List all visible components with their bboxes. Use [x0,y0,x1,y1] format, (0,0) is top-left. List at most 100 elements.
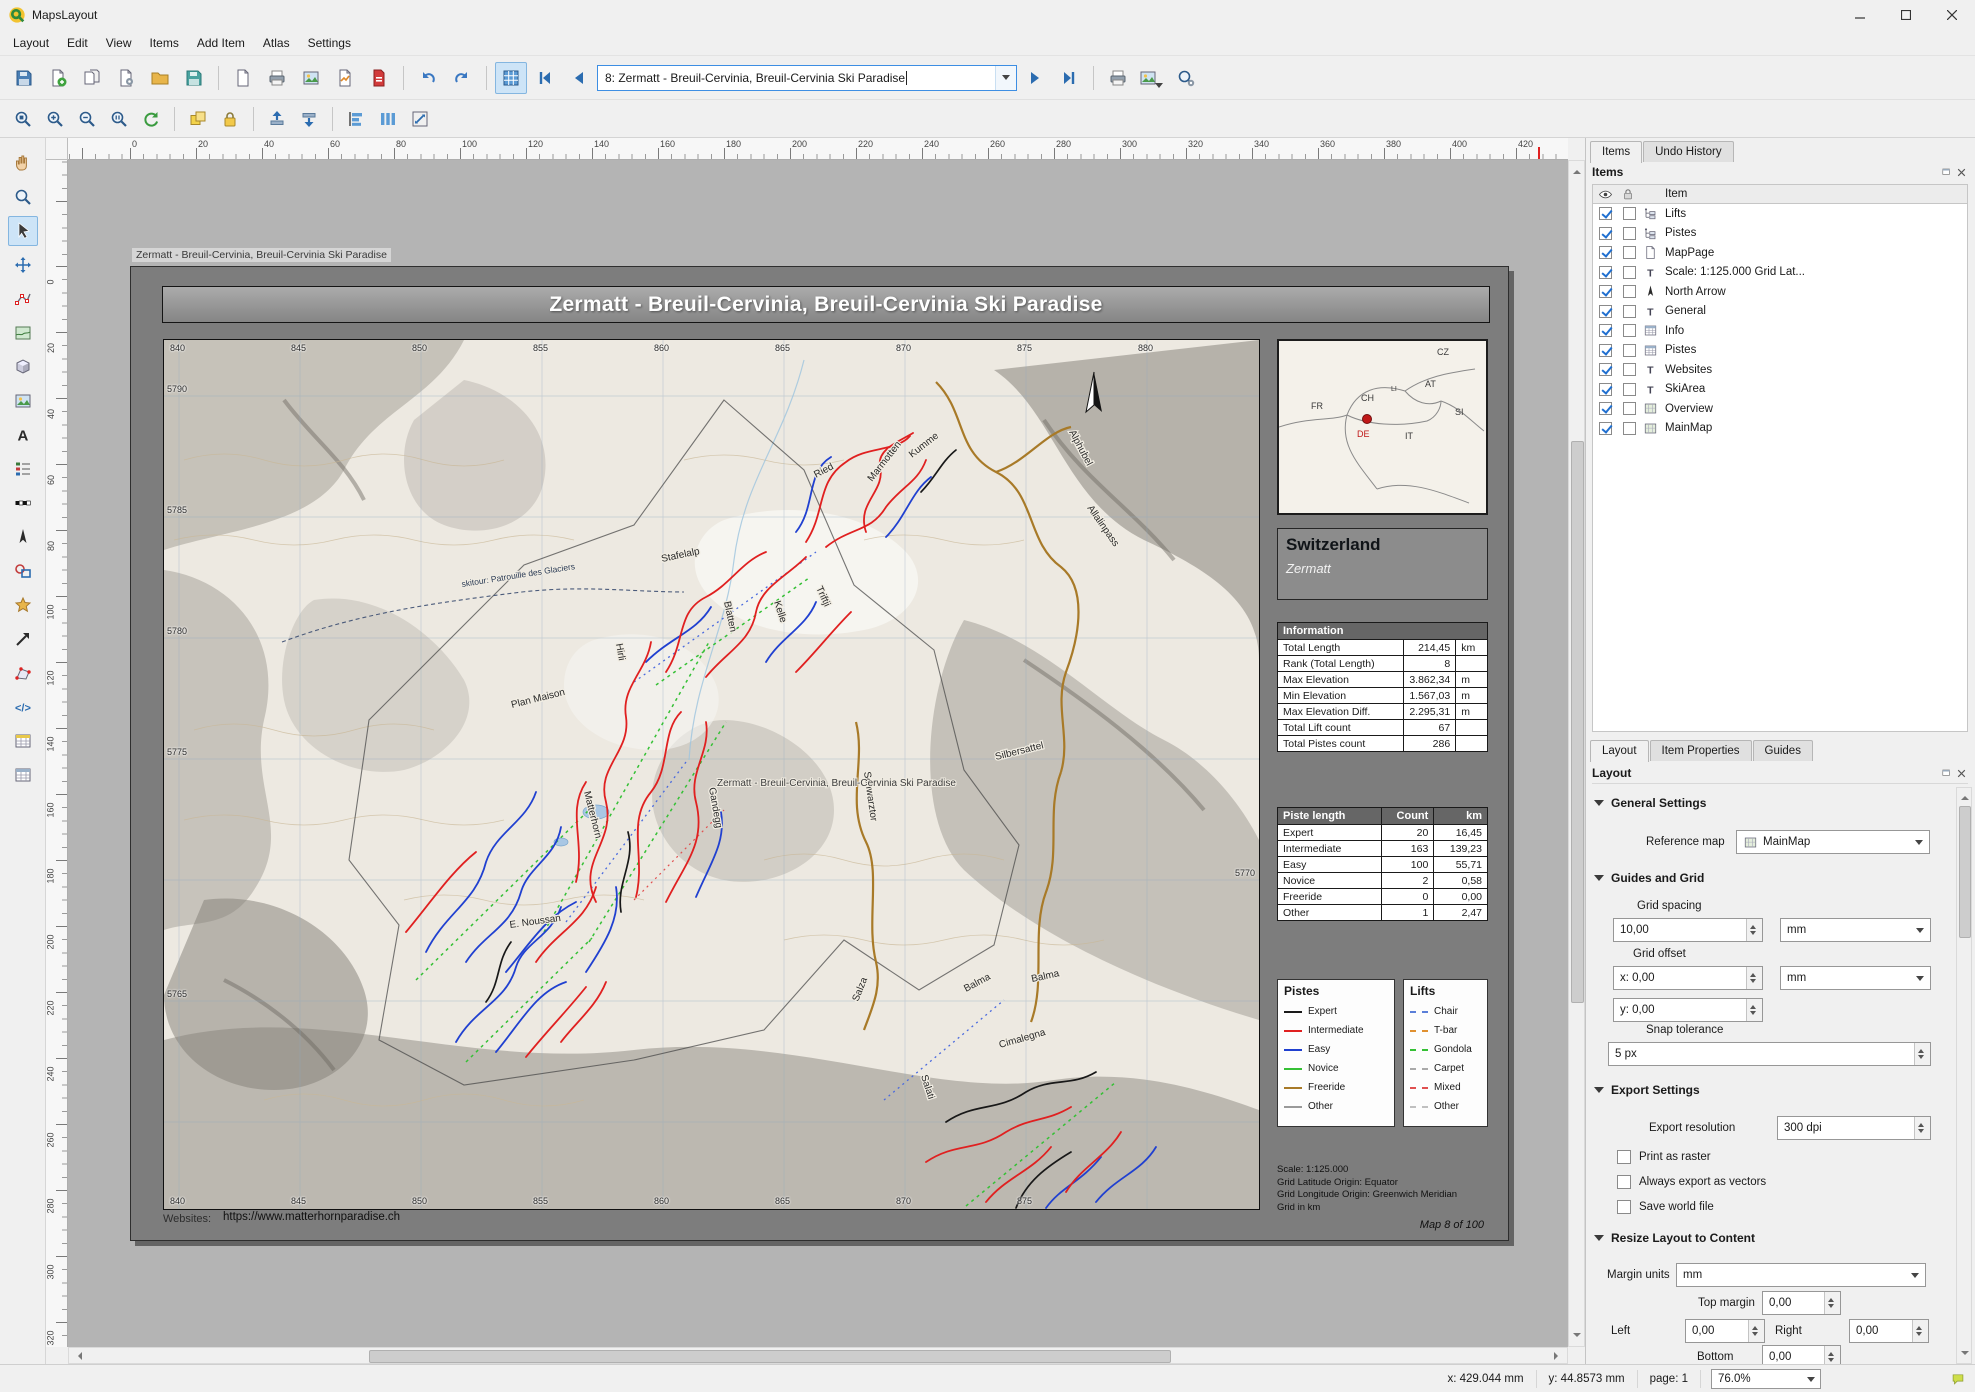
atlas-feature-combo[interactable]: 8: Zermatt - Breuil-Cervinia, Breuil-Cer… [597,65,1017,91]
visibility-checkbox[interactable] [1599,363,1612,376]
zoom-in-button[interactable] [40,104,70,134]
layout-page[interactable]: Zermatt - Breuil-Cervinia, Breuil-Cervin… [130,266,1509,1241]
scrollbar-thumb[interactable] [369,1350,1171,1363]
export-svg-button[interactable] [329,62,361,94]
spin-up-icon[interactable] [1913,1320,1928,1331]
zoom-level-combo[interactable]: 76.0% [1711,1369,1821,1389]
visibility-checkbox[interactable] [1599,344,1612,357]
resize-layout-section[interactable]: Resize Layout to Content [1594,1230,1755,1246]
add-marker-button[interactable] [8,590,38,620]
export-atlas-button[interactable] [1136,62,1168,94]
zoom-actual-button[interactable] [104,104,134,134]
layout-canvas[interactable]: Zermatt - Breuil-Cervinia, Breuil-Cervin… [68,160,1568,1347]
add-fixed-table-button[interactable] [8,760,38,790]
lock-checkbox[interactable] [1623,285,1636,298]
piste-table-item[interactable]: Piste length Count km Expert2016,45Inter… [1277,807,1488,921]
visibility-checkbox[interactable] [1599,422,1612,435]
export-resolution-spinbox[interactable]: 300 dpi [1777,1116,1931,1140]
canvas-horizontal-scrollbar[interactable] [68,1347,1568,1364]
grid-offset-y-spinbox[interactable]: y: 0,00 [1613,998,1763,1022]
item-row[interactable]: MapPage [1593,243,1967,263]
overview-map-item[interactable]: CZ FR CH LI AT SI IT DE [1277,339,1488,515]
item-row[interactable]: Lifts [1593,204,1967,224]
menu-item[interactable]: Items [141,32,188,54]
add-shape-button[interactable] [8,556,38,586]
snap-tolerance-spinbox[interactable]: 5 px [1608,1042,1931,1066]
menu-item[interactable]: Edit [58,32,97,54]
atlas-previous-feature-button[interactable] [563,62,595,94]
region-label-item[interactable]: Switzerland Zermatt [1277,528,1488,600]
spin-up-icon[interactable] [1747,967,1762,978]
visibility-checkbox[interactable] [1599,246,1612,259]
panel-close-button[interactable] [1954,165,1968,179]
group-items-button[interactable] [183,104,213,134]
lock-checkbox[interactable] [1623,363,1636,376]
refresh-view-button[interactable] [136,104,166,134]
item-row[interactable]: SkiArea [1593,380,1967,400]
move-item-content-button[interactable] [8,250,38,280]
grid-offset-x-spinbox[interactable]: x: 0,00 [1613,966,1763,990]
tab-items[interactable]: Items [1590,141,1642,163]
pan-tool-button[interactable] [8,148,38,178]
item-row[interactable]: Overview [1593,399,1967,419]
item-row[interactable]: MainMap [1593,419,1967,439]
duplicate-layout-button[interactable] [76,62,108,94]
preview-atlas-button[interactable] [495,62,527,94]
menu-item[interactable]: Settings [299,32,360,54]
atlas-next-feature-button[interactable] [1019,62,1051,94]
visibility-checkbox[interactable] [1599,266,1612,279]
spin-up-icon[interactable] [1747,919,1762,930]
add-html-button[interactable] [8,692,38,722]
spin-down-icon[interactable] [1747,930,1762,941]
scrollbar-thumb[interactable] [1571,441,1584,1003]
lock-checkbox[interactable] [1623,402,1636,415]
menu-item[interactable]: Atlas [254,32,299,54]
grid-spacing-spinbox[interactable]: 10,00 [1613,918,1763,942]
right-margin-spinbox[interactable]: 0,00 [1849,1319,1929,1343]
visibility-checkbox[interactable] [1599,402,1612,415]
main-map-item[interactable]: Alphubel Allalinpass Kumme Marmotten Rie… [163,339,1260,1210]
item-row[interactable]: North Arrow [1593,282,1967,302]
lock-checkbox[interactable] [1623,246,1636,259]
lock-checkbox[interactable] [1623,324,1636,337]
lock-checkbox[interactable] [1623,227,1636,240]
reference-map-combo[interactable]: MainMap [1736,830,1930,854]
save-template-button[interactable] [178,62,210,94]
spin-down-icon[interactable] [1747,1010,1762,1021]
panel-float-button[interactable] [1940,165,1954,179]
scrollbar-thumb[interactable] [1959,806,1971,938]
edit-nodes-button[interactable] [8,284,38,314]
close-button[interactable] [1929,0,1975,30]
menu-item[interactable]: Add Item [188,32,254,54]
save-project-button[interactable] [8,62,40,94]
left-margin-spinbox[interactable]: 0,00 [1685,1319,1765,1343]
item-row[interactable]: Scale: 1:125.000 Grid Lat... [1593,263,1967,283]
item-row[interactable]: General [1593,302,1967,322]
spin-up-icon[interactable] [1915,1117,1930,1128]
general-settings-section[interactable]: General Settings [1594,795,1706,811]
tab-item-properties[interactable]: Item Properties [1650,740,1752,761]
spin-down-icon[interactable] [1915,1054,1930,1065]
spin-down-icon[interactable] [1747,978,1762,989]
spin-up-icon[interactable] [1825,1292,1840,1303]
lock-checkbox[interactable] [1623,266,1636,279]
menu-item[interactable]: Layout [4,32,58,54]
add-node-item-button[interactable] [8,658,38,688]
load-template-button[interactable] [144,62,176,94]
spin-up-icon[interactable] [1749,1320,1764,1331]
raise-items-button[interactable] [262,104,292,134]
page-title-banner[interactable]: Zermatt - Breuil-Cervinia, Breuil-Cervin… [162,286,1490,323]
visibility-checkbox[interactable] [1599,285,1612,298]
panel-float-button[interactable] [1940,766,1954,780]
tab-undo-history[interactable]: Undo History [1643,141,1733,162]
scale-info-item[interactable]: Scale: 1:125.000Grid Latitude Origin: Eq… [1277,1164,1457,1214]
export-pdf-button[interactable] [363,62,395,94]
lock-checkbox[interactable] [1623,344,1636,357]
visibility-checkbox[interactable] [1599,227,1612,240]
print-button[interactable] [261,62,293,94]
select-move-item-button[interactable] [8,216,38,246]
combo-dropdown-button[interactable] [995,66,1016,90]
canvas-vertical-scrollbar[interactable] [1568,160,1585,1347]
spin-up-icon[interactable] [1915,1043,1930,1054]
option-checkbox[interactable] [1617,1200,1631,1214]
